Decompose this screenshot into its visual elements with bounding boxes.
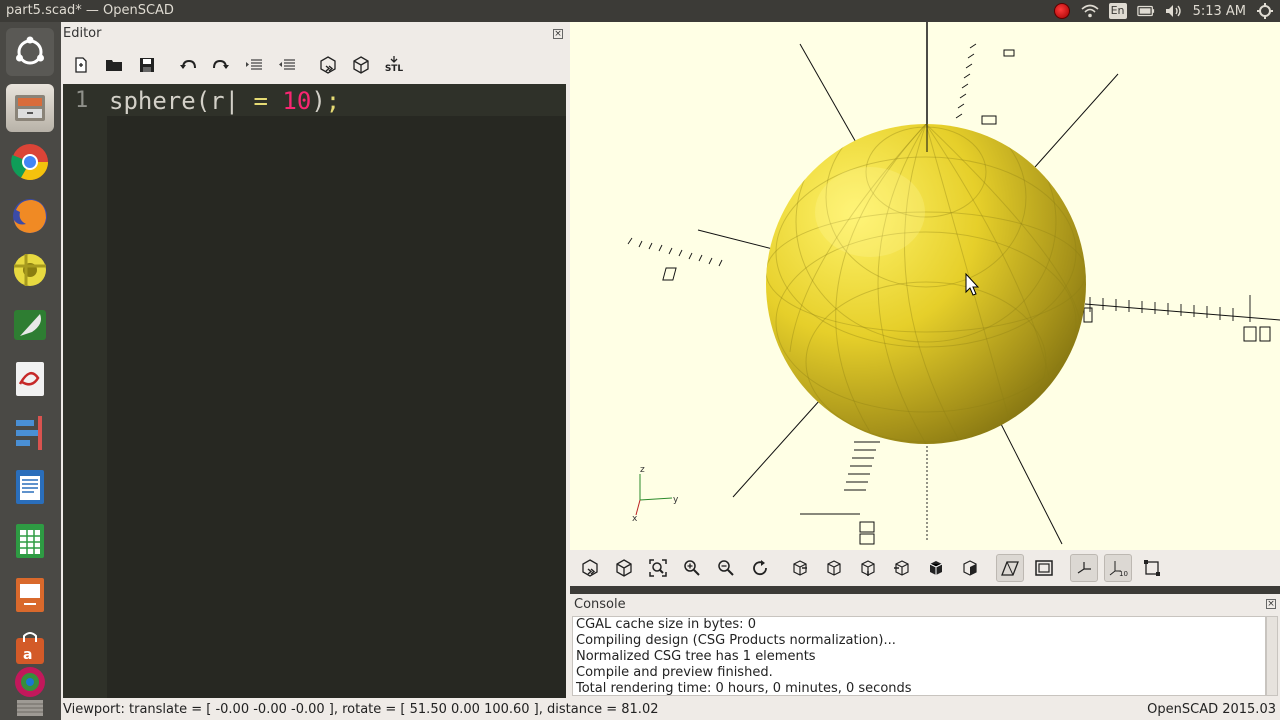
axis-label-x: x	[632, 514, 638, 524]
export-stl-button[interactable]: STL	[380, 53, 408, 77]
console-line: CGAL cache size in bytes: 0	[576, 617, 756, 632]
code-parameter: r	[210, 87, 225, 115]
pdf-icon[interactable]	[6, 354, 54, 402]
keyboard-language-indicator[interactable]: En	[1108, 3, 1127, 19]
code-function-name: sphere	[109, 87, 196, 115]
save-icon[interactable]	[133, 53, 161, 77]
perspective-icon[interactable]	[996, 554, 1024, 582]
editor-close-icon[interactable]: ×	[553, 29, 563, 39]
3d-viewport[interactable]: z y x	[570, 22, 1280, 550]
redo-icon[interactable]	[207, 53, 235, 77]
text-caret: |	[224, 87, 240, 115]
render-icon[interactable]	[347, 53, 375, 77]
zoom-in-icon[interactable]	[678, 554, 706, 582]
code-open-paren: (	[195, 87, 211, 115]
export-stl-label: STL	[384, 64, 404, 74]
console-output[interactable]: CGAL cache size in bytes: 0 Compiling de…	[572, 616, 1266, 696]
view-right-icon[interactable]	[786, 554, 814, 582]
power-gear-icon[interactable]	[1256, 3, 1274, 19]
document-icon[interactable]	[6, 462, 54, 510]
code-number: 10	[282, 87, 312, 115]
console-line: Normalized CSG tree has 1 elements	[576, 649, 816, 664]
view-back-icon[interactable]	[956, 554, 984, 582]
file-cabinet-icon[interactable]	[6, 84, 54, 132]
record-indicator-icon[interactable]	[1053, 3, 1071, 19]
viewport-status: Viewport: translate = [ -0.00 -0.00 -0.0…	[63, 702, 659, 717]
unindent-icon[interactable]	[273, 53, 301, 77]
render-icon[interactable]	[610, 554, 638, 582]
console-title: Console	[574, 597, 626, 612]
view-top-icon[interactable]	[820, 554, 848, 582]
volume-icon[interactable]	[1165, 3, 1183, 19]
editor-panel: Editor × STL 1 sphere(r| = 10);	[61, 22, 570, 698]
console-line: Total rendering time: 0 hours, 0 minutes…	[576, 681, 912, 696]
line-number: 1	[75, 88, 89, 113]
console-line: Compile and preview finished.	[576, 665, 773, 680]
version-label: OpenSCAD 2015.03	[1147, 702, 1276, 717]
axis-label-z: z	[640, 465, 645, 475]
zoom-out-icon[interactable]	[712, 554, 740, 582]
axis-label-y: y	[673, 495, 679, 505]
svg-text:10: 10	[1119, 570, 1128, 577]
show-scale-markers-icon[interactable]: 10	[1104, 554, 1132, 582]
system-tray: En 5:13 AM	[1053, 0, 1280, 22]
undo-icon[interactable]	[174, 53, 202, 77]
system-top-bar: part5.scad* — OpenSCAD En 5:13 AM	[0, 0, 1280, 22]
wifi-icon[interactable]	[1081, 3, 1099, 19]
new-file-icon[interactable]	[67, 53, 95, 77]
axis-gizmo: z y x	[632, 465, 679, 524]
show-edges-icon[interactable]	[1138, 554, 1166, 582]
openscad-icon[interactable]	[6, 246, 54, 294]
presentation-icon[interactable]	[6, 570, 54, 618]
feather-icon[interactable]	[6, 300, 54, 348]
firefox-icon[interactable]	[6, 192, 54, 240]
reset-view-icon[interactable]	[746, 554, 774, 582]
console-panel: Console × CGAL cache size in bytes: 0 Co…	[570, 594, 1280, 698]
show-axes-icon[interactable]	[1070, 554, 1098, 582]
code-semicolon: ;	[325, 87, 341, 115]
battery-icon[interactable]	[1136, 3, 1155, 19]
launcher: a	[0, 22, 61, 720]
open-folder-icon[interactable]	[100, 53, 128, 77]
spreadsheet-icon[interactable]	[6, 516, 54, 564]
view-toolbar: 10	[570, 550, 1280, 586]
code-editor[interactable]: 1 sphere(r| = 10);	[63, 84, 566, 698]
preview-icon[interactable]	[576, 554, 604, 582]
indent-icon[interactable]	[240, 53, 268, 77]
sphere-model	[766, 124, 1086, 444]
branch-icon[interactable]	[6, 408, 54, 456]
code-close-paren: )	[311, 87, 326, 115]
clock[interactable]: 5:13 AM	[1193, 4, 1246, 19]
viewport-scene: z y x	[627, 22, 1280, 545]
console-close-icon[interactable]: ×	[1266, 599, 1276, 609]
console-scrollbar[interactable]	[1266, 616, 1278, 696]
view-all-icon[interactable]	[644, 554, 672, 582]
code-equals: =	[253, 87, 268, 115]
chrome-icon[interactable]	[6, 138, 54, 186]
line-number-gutter	[63, 84, 107, 698]
code-line[interactable]: sphere(r| = 10);	[109, 87, 340, 115]
preview-icon[interactable]	[314, 53, 342, 77]
ubuntu-logo-icon[interactable]	[6, 28, 54, 76]
view-front-icon[interactable]	[922, 554, 950, 582]
editor-toolbar: STL	[67, 52, 413, 78]
console-line: Compiling design (CSG Products normaliza…	[576, 633, 896, 648]
window-title: part5.scad* — OpenSCAD	[6, 3, 174, 18]
orthogonal-icon[interactable]	[1030, 554, 1058, 582]
trash-icon[interactable]	[6, 694, 54, 720]
editor-title: Editor	[63, 26, 102, 41]
view-left-icon[interactable]	[888, 554, 916, 582]
view-bottom-icon[interactable]	[854, 554, 882, 582]
status-bar: Viewport: translate = [ -0.00 -0.00 -0.0…	[61, 698, 1280, 720]
